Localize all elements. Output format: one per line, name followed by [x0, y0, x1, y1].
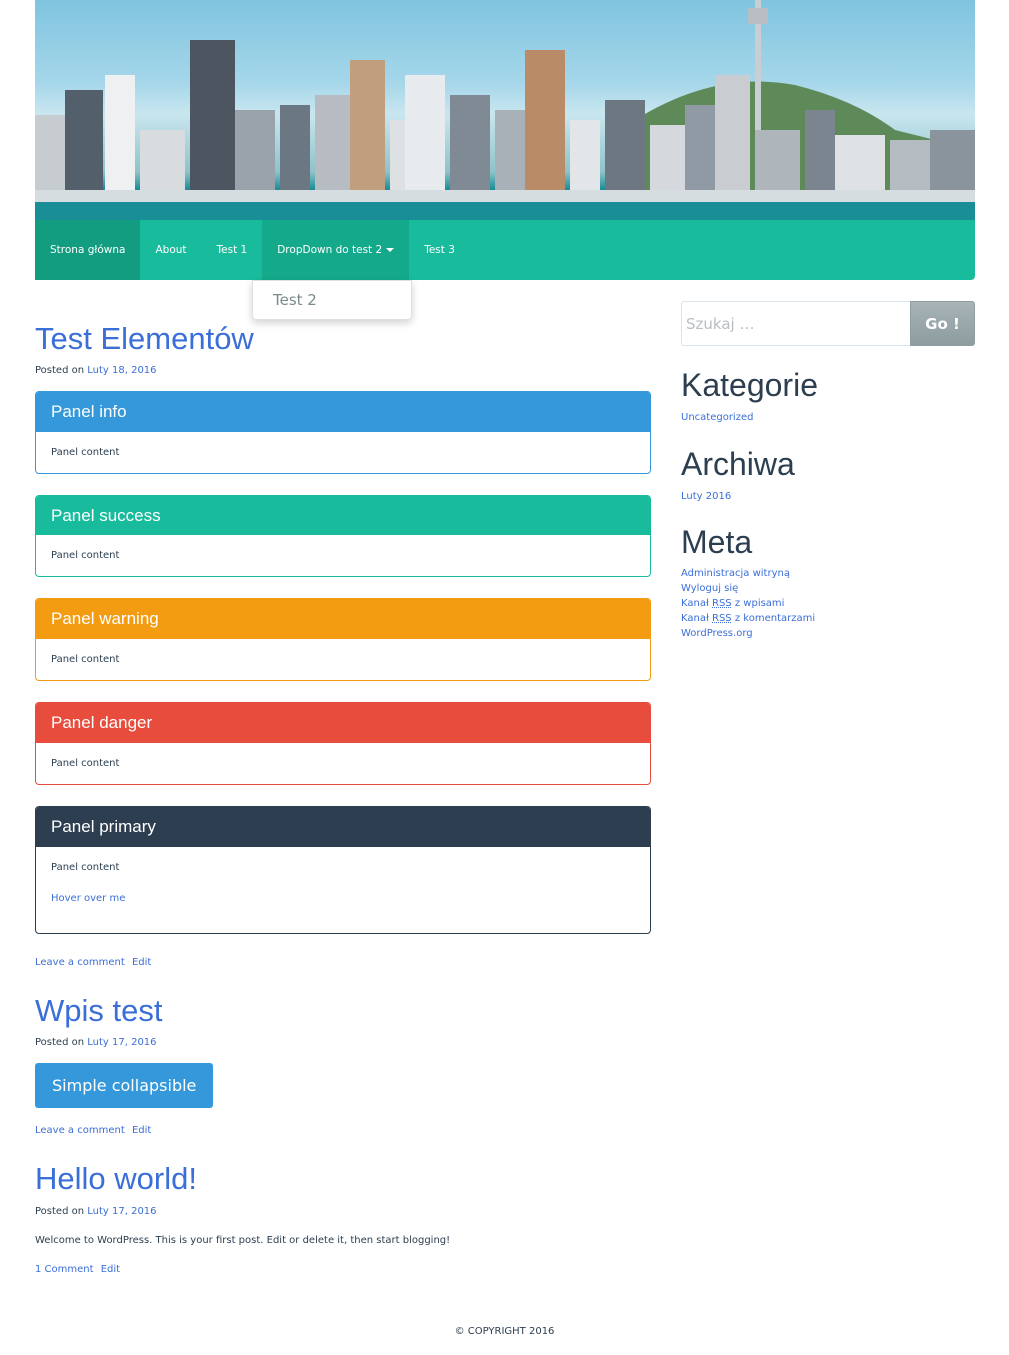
post-content: Welcome to WordPress. This is your first…	[35, 1234, 451, 1246]
panel-heading: Panel warning	[36, 599, 650, 640]
post-wpis-test: Wpis test Posted on Luty 17, 2016 Simple…	[35, 992, 651, 1136]
panel-content-text: Panel content	[51, 862, 120, 874]
search-form: Szukaj … Go !	[681, 301, 975, 346]
entry-footer: Leave a comment Edit	[35, 957, 651, 968]
simple-collapsible-button[interactable]: Simple collapsible	[35, 1063, 214, 1109]
nav-dropdown-label: DropDown do test 2	[277, 244, 383, 256]
panel-body: Panel content	[51, 654, 120, 666]
nav-item-test-3[interactable]: Test 3	[409, 220, 470, 280]
post-title[interactable]: Wpis test	[35, 992, 651, 1029]
post-title[interactable]: Test Elementów	[35, 320, 651, 357]
panel-body: Panel content Hover over me	[36, 847, 650, 933]
categories-list: Uncategorized	[681, 410, 975, 425]
nav-test-1-label: Test 1	[216, 244, 248, 256]
post-title-link[interactable]: Hello world!	[35, 1161, 197, 1196]
edit-link[interactable]: Edit	[101, 1264, 120, 1275]
rss-prefix: Kanał	[681, 613, 709, 625]
posted-on-label: Posted on	[35, 1205, 85, 1217]
nav-item-test-1[interactable]: Test 1	[202, 220, 263, 280]
category-link[interactable]: Uncategorized	[681, 412, 753, 423]
leave-comment-link[interactable]: Leave a comment	[35, 957, 125, 968]
leave-comment-link[interactable]: Leave a comment	[35, 1125, 125, 1136]
panel-body: Panel content	[51, 447, 120, 459]
edit-link[interactable]: Edit	[132, 957, 151, 968]
main-navbar: Strona główna About Test 1 DropDown do t…	[35, 220, 975, 280]
rss-suffix: z wpisami	[734, 598, 785, 610]
archive-link[interactable]: Luty 2016	[681, 491, 731, 502]
panel-success: Panel success Panel content	[35, 495, 651, 578]
panel-heading: Panel danger	[36, 703, 650, 744]
posted-on-label: Posted on	[35, 1037, 85, 1049]
categories-title: Kategorie	[681, 367, 818, 403]
rss-suffix: z komentarzami	[734, 613, 816, 625]
panel-heading: Panel info	[36, 392, 650, 433]
posted-on-label: Posted on	[35, 365, 85, 377]
copyright-text: © COPYRIGHT 2016	[454, 1326, 555, 1337]
post-meta: Posted on Luty 18, 2016	[35, 365, 651, 376]
header-image	[35, 0, 975, 220]
post-date-link[interactable]: Luty 17, 2016	[87, 1206, 156, 1217]
list-item: Luty 2016	[681, 489, 975, 504]
list-item: Uncategorized	[681, 410, 975, 425]
nav-test-3-label: Test 3	[424, 244, 455, 256]
list-item: WordPress.org	[681, 626, 975, 641]
nav-about-label: About	[155, 244, 187, 256]
post-meta: Posted on Luty 17, 2016	[35, 1037, 651, 1048]
rss-prefix: Kanał	[681, 598, 709, 610]
wordpress-org-link[interactable]: WordPress.org	[681, 628, 753, 639]
panel-body: Panel content	[51, 758, 120, 770]
search-input[interactable]: Szukaj …	[681, 301, 910, 346]
main-content: Test Elementów Posted on Luty 18, 2016 P…	[35, 300, 651, 1275]
hover-over-me-link[interactable]: Hover over me	[51, 893, 635, 904]
rss-comments-link[interactable]: Kanał RSS z komentarzami	[681, 613, 815, 624]
site-admin-link[interactable]: Administracja witryną	[681, 568, 790, 579]
search-placeholder: Szukaj …	[686, 315, 755, 333]
list-item: Kanał RSS z komentarzami	[681, 611, 975, 626]
search-submit-button[interactable]: Go !	[910, 301, 975, 346]
nav-item-home[interactable]: Strona główna	[35, 220, 141, 280]
post-title-link[interactable]: Wpis test	[35, 993, 162, 1028]
nav-item-dropdown[interactable]: DropDown do test 2	[262, 220, 410, 280]
comments-link[interactable]: 1 Comment	[35, 1264, 94, 1275]
entry-footer: Leave a comment Edit	[35, 1125, 651, 1136]
post-date-link[interactable]: Luty 17, 2016	[87, 1037, 156, 1048]
post-title[interactable]: Hello world!	[35, 1160, 651, 1197]
post-meta: Posted on Luty 17, 2016	[35, 1206, 651, 1217]
post-title-link[interactable]: Test Elementów	[35, 321, 254, 356]
panel-heading: Panel primary	[36, 807, 650, 848]
list-item: Wyloguj się	[681, 581, 975, 596]
panel-primary: Panel primary Panel content Hover over m…	[35, 806, 651, 935]
caret-down-icon	[386, 248, 395, 252]
edit-link[interactable]: Edit	[132, 1125, 151, 1136]
rss-abbr: RSS	[712, 613, 732, 625]
meta-list: Administracja witryną Wyloguj się Kanał …	[681, 566, 975, 641]
post-date-link[interactable]: Luty 18, 2016	[87, 365, 156, 376]
meta-title: Meta	[681, 523, 753, 560]
list-item: Administracja witryną	[681, 566, 975, 581]
nav-home-label: Strona główna	[50, 244, 126, 256]
logout-link[interactable]: Wyloguj się	[681, 583, 738, 594]
sidebar: Szukaj … Go ! Kategorie Uncategorized Ar…	[681, 301, 975, 641]
city-skyline-image	[35, 0, 975, 220]
list-item: Kanał RSS z wpisami	[681, 596, 975, 611]
panel-info: Panel info Panel content	[35, 391, 651, 475]
archives-title: Archiwa	[681, 446, 795, 483]
nav-item-about[interactable]: About	[140, 220, 201, 280]
post-hello-world: Hello world! Posted on Luty 17, 2016 Wel…	[35, 1160, 651, 1274]
panel-warning: Panel warning Panel content	[35, 598, 651, 682]
site-footer: © COPYRIGHT 2016	[0, 1326, 1009, 1337]
panel-heading: Panel success	[36, 496, 650, 536]
post-test-elementow: Test Elementów Posted on Luty 18, 2016 P…	[35, 320, 651, 968]
entry-footer: 1 Comment Edit	[35, 1264, 651, 1275]
panel-body: Panel content	[51, 550, 120, 562]
rss-abbr: RSS	[712, 598, 732, 610]
rss-posts-link[interactable]: Kanał RSS z wpisami	[681, 598, 784, 609]
archives-list: Luty 2016	[681, 489, 975, 504]
panel-danger: Panel danger Panel content	[35, 702, 651, 786]
